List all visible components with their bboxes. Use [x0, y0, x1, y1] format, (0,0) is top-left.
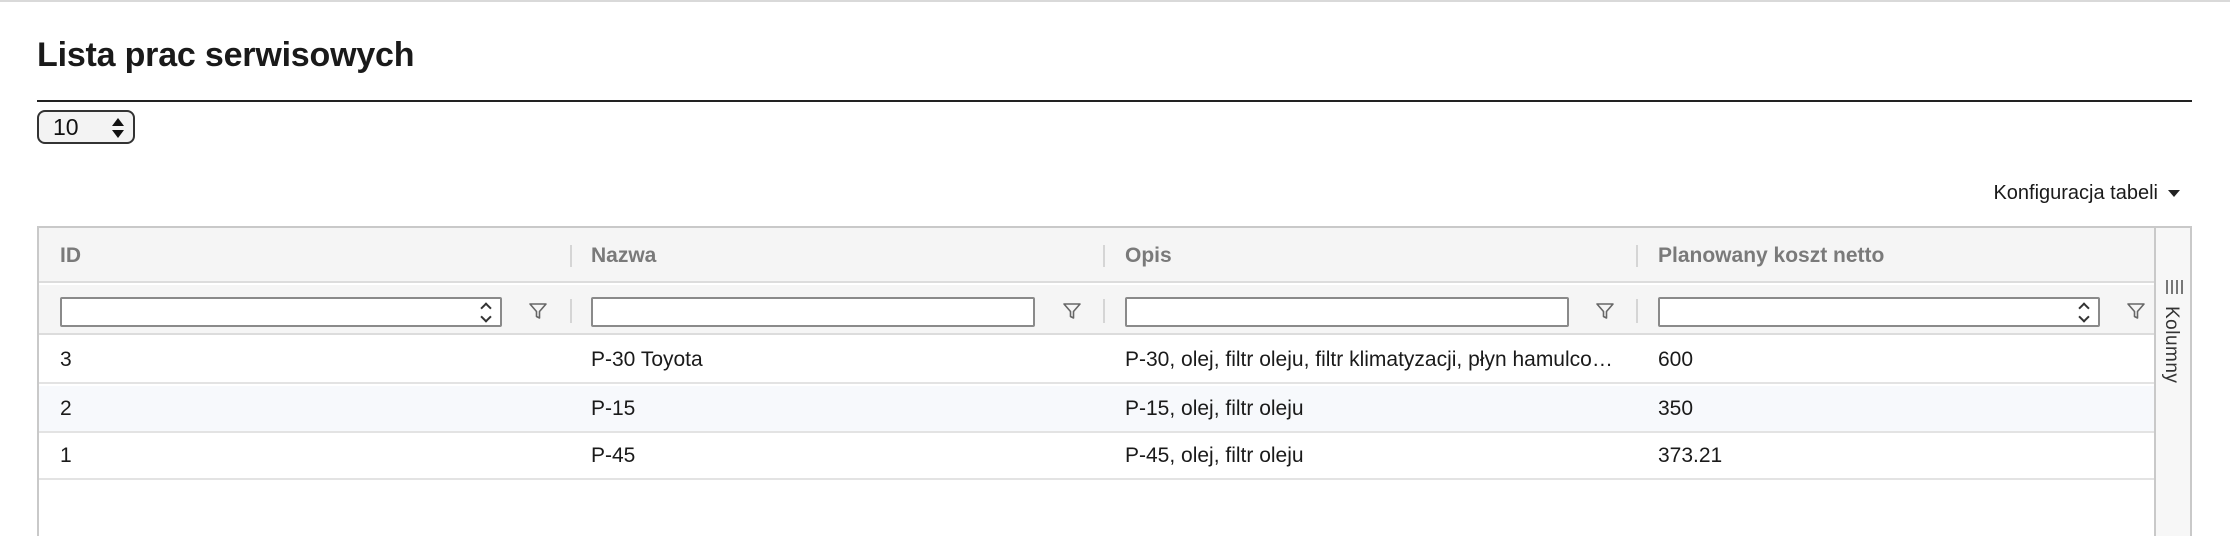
- top-border: [0, 0, 2230, 2]
- column-resize-handle[interactable]: [1103, 245, 1105, 267]
- columns-side-panel[interactable]: Kolumny: [2154, 228, 2190, 536]
- page-title: Lista prac serwisowych: [37, 36, 415, 74]
- page-size-value: 10: [53, 114, 79, 140]
- cell-id: 3: [60, 348, 72, 371]
- select-arrows-icon: [112, 115, 124, 141]
- cell-koszt: 373.21: [1658, 444, 1723, 467]
- filter-funnel-icon[interactable]: [2126, 301, 2146, 321]
- cell-nazwa: P-45: [591, 444, 636, 467]
- cell-opis: P-15, olej, filtr oleju: [1125, 397, 1304, 420]
- columns-icon: [2166, 280, 2183, 294]
- column-resize-handle[interactable]: [1103, 299, 1105, 323]
- cell-koszt: 350: [1658, 397, 1694, 420]
- spinner-arrows-icon[interactable]: [2078, 301, 2092, 323]
- opis-filter-input[interactable]: [1125, 297, 1569, 327]
- cell-nazwa: P-30 Toyota: [591, 348, 703, 371]
- header-row: ID Nazwa Opis Planowany koszt netto: [39, 228, 2156, 283]
- column-header-nazwa[interactable]: Nazwa: [591, 228, 656, 283]
- cell-id: 1: [60, 444, 72, 467]
- table-row[interactable]: 3 P-30 Toyota P-30, olej, filtr oleju, f…: [39, 337, 2156, 384]
- filter-funnel-icon[interactable]: [528, 301, 548, 321]
- caret-down-icon: [2168, 190, 2180, 197]
- nazwa-filter-input[interactable]: [591, 297, 1035, 327]
- cell-opis: P-45, olej, filtr oleju: [1125, 444, 1304, 467]
- table-row[interactable]: 2 P-15 P-15, olej, filtr oleju 350: [39, 386, 2156, 433]
- page-size-select[interactable]: 10: [37, 110, 135, 144]
- column-header-id[interactable]: ID: [60, 228, 81, 283]
- filter-funnel-icon[interactable]: [1595, 301, 1615, 321]
- cell-id: 2: [60, 397, 72, 420]
- koszt-filter-input[interactable]: [1658, 297, 2100, 327]
- columns-tab-label[interactable]: Kolumny: [2160, 306, 2182, 383]
- column-resize-handle[interactable]: [1636, 299, 1638, 323]
- column-resize-handle[interactable]: [570, 299, 572, 323]
- filter-funnel-icon[interactable]: [1062, 301, 1082, 321]
- title-divider: [37, 100, 2192, 102]
- cell-opis: P-30, olej, filtr oleju, filtr klimatyza…: [1125, 348, 1613, 371]
- id-filter-input[interactable]: [60, 297, 502, 327]
- column-header-opis[interactable]: Opis: [1125, 228, 1172, 283]
- table-config-label: Konfiguracja tabeli: [1993, 182, 2158, 204]
- column-resize-handle[interactable]: [570, 245, 572, 267]
- filter-row: [39, 285, 2156, 335]
- spinner-arrows-icon[interactable]: [480, 301, 494, 323]
- grid-body: ID Nazwa Opis Planowany koszt netto 3 P-…: [39, 228, 2156, 536]
- cell-nazwa: P-15: [591, 397, 636, 420]
- cell-koszt: 600: [1658, 348, 1694, 371]
- table-config-dropdown[interactable]: Konfiguracja tabeli: [1993, 182, 2180, 205]
- data-grid: ID Nazwa Opis Planowany koszt netto 3 P-…: [37, 226, 2192, 536]
- table-row[interactable]: 1 P-45 P-45, olej, filtr oleju 373.21: [39, 433, 2156, 480]
- column-resize-handle[interactable]: [1636, 245, 1638, 267]
- column-header-koszt[interactable]: Planowany koszt netto: [1658, 228, 1884, 283]
